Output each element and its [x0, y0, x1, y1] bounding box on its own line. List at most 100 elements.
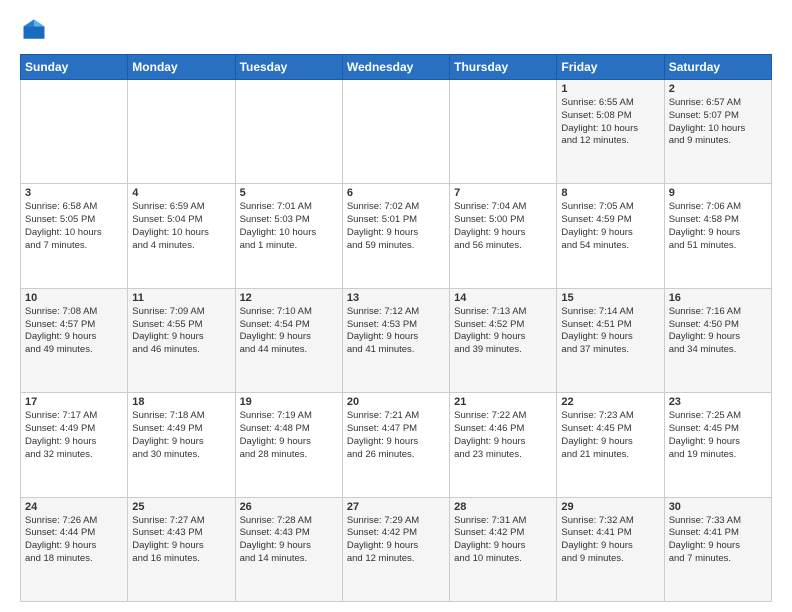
page-header [20, 16, 772, 44]
day-info: Sunrise: 7:12 AM Sunset: 4:53 PM Dayligh… [347, 306, 445, 357]
day-info: Sunrise: 7:04 AM Sunset: 5:00 PM Dayligh… [454, 201, 552, 252]
calendar-cell: 22 Sunrise: 7:23 AM Sunset: 4:45 PM Dayli… [557, 393, 664, 497]
day-number: 3 [25, 187, 123, 199]
calendar-week-row: 3 Sunrise: 6:58 AM Sunset: 5:05 PM Daylig… [21, 184, 772, 288]
day-info: Sunrise: 7:22 AM Sunset: 4:46 PM Dayligh… [454, 410, 552, 461]
calendar-cell: 2 Sunrise: 6:57 AM Sunset: 5:07 PM Daylig… [664, 80, 771, 184]
day-number: 30 [669, 501, 767, 513]
logo-icon [20, 16, 48, 44]
day-info: Sunrise: 7:31 AM Sunset: 4:42 PM Dayligh… [454, 515, 552, 566]
calendar-cell: 7 Sunrise: 7:04 AM Sunset: 5:00 PM Daylig… [450, 184, 557, 288]
calendar-cell: 23Sunrise: 7:25 AM Sunset: 4:45 PM Dayli… [664, 393, 771, 497]
calendar-day-header: Friday [557, 55, 664, 80]
day-number: 7 [454, 187, 552, 199]
calendar-cell [128, 80, 235, 184]
calendar-header-row: SundayMondayTuesdayWednesdayThursdayFrid… [21, 55, 772, 80]
day-number: 16 [669, 292, 767, 304]
day-number: 26 [240, 501, 338, 513]
day-info: Sunrise: 7:08 AM Sunset: 4:57 PM Dayligh… [25, 306, 123, 357]
calendar-cell: 19Sunrise: 7:19 AM Sunset: 4:48 PM Dayli… [235, 393, 342, 497]
calendar-cell [450, 80, 557, 184]
calendar-cell: 13 Sunrise: 7:12 AM Sunset: 4:53 PM Dayli… [342, 288, 449, 392]
day-info: Sunrise: 7:17 AM Sunset: 4:49 PM Dayligh… [25, 410, 123, 461]
day-number: 9 [669, 187, 767, 199]
day-number: 10 [25, 292, 123, 304]
calendar-day-header: Monday [128, 55, 235, 80]
calendar-week-row: 24 Sunrise: 7:26 AM Sunset: 4:44 PM Dayli… [21, 497, 772, 601]
calendar-cell: 29 Sunrise: 7:32 AM Sunset: 4:41 PM Dayli… [557, 497, 664, 601]
day-info: Sunrise: 7:29 AM Sunset: 4:42 PM Dayligh… [347, 515, 445, 566]
calendar-cell: 14 Sunrise: 7:13 AM Sunset: 4:52 PM Dayli… [450, 288, 557, 392]
calendar-week-row: 1 Sunrise: 6:55 AM Sunset: 5:08 PM Daylig… [21, 80, 772, 184]
day-info: Sunrise: 7:16 AM Sunset: 4:50 PM Dayligh… [669, 306, 767, 357]
day-number: 28 [454, 501, 552, 513]
calendar-cell [342, 80, 449, 184]
day-number: 1 [561, 83, 659, 95]
calendar-day-header: Tuesday [235, 55, 342, 80]
day-number: 25 [132, 501, 230, 513]
calendar-cell: 10 Sunrise: 7:08 AM Sunset: 4:57 PM Dayli… [21, 288, 128, 392]
day-number: 8 [561, 187, 659, 199]
calendar-day-header: Sunday [21, 55, 128, 80]
calendar-day-header: Saturday [664, 55, 771, 80]
day-info: Sunrise: 7:25 AM Sunset: 4:45 PM Dayligh… [669, 410, 767, 461]
calendar-day-header: Wednesday [342, 55, 449, 80]
calendar-cell: 1 Sunrise: 6:55 AM Sunset: 5:08 PM Daylig… [557, 80, 664, 184]
logo [20, 16, 52, 44]
calendar-cell: 6 Sunrise: 7:02 AM Sunset: 5:01 PM Daylig… [342, 184, 449, 288]
day-number: 5 [240, 187, 338, 199]
calendar-day-header: Thursday [450, 55, 557, 80]
day-number: 14 [454, 292, 552, 304]
day-info: Sunrise: 7:26 AM Sunset: 4:44 PM Dayligh… [25, 515, 123, 566]
day-number: 27 [347, 501, 445, 513]
day-info: Sunrise: 7:10 AM Sunset: 4:54 PM Dayligh… [240, 306, 338, 357]
day-number: 2 [669, 83, 767, 95]
day-info: Sunrise: 7:32 AM Sunset: 4:41 PM Dayligh… [561, 515, 659, 566]
day-info: Sunrise: 7:28 AM Sunset: 4:43 PM Dayligh… [240, 515, 338, 566]
calendar-cell: 24 Sunrise: 7:26 AM Sunset: 4:44 PM Dayli… [21, 497, 128, 601]
day-info: Sunrise: 7:14 AM Sunset: 4:51 PM Dayligh… [561, 306, 659, 357]
day-number: 15 [561, 292, 659, 304]
calendar-cell: 15 Sunrise: 7:14 AM Sunset: 4:51 PM Dayli… [557, 288, 664, 392]
calendar-cell [21, 80, 128, 184]
calendar-cell [235, 80, 342, 184]
calendar-cell: 4Sunrise: 6:59 AM Sunset: 5:04 PM Daylig… [128, 184, 235, 288]
calendar-cell: 17 Sunrise: 7:17 AM Sunset: 4:49 PM Dayli… [21, 393, 128, 497]
day-info: Sunrise: 7:09 AM Sunset: 4:55 PM Dayligh… [132, 306, 230, 357]
day-info: Sunrise: 7:01 AM Sunset: 5:03 PM Dayligh… [240, 201, 338, 252]
day-info: Sunrise: 7:06 AM Sunset: 4:58 PM Dayligh… [669, 201, 767, 252]
day-number: 13 [347, 292, 445, 304]
day-number: 24 [25, 501, 123, 513]
calendar-cell: 25 Sunrise: 7:27 AM Sunset: 4:43 PM Dayli… [128, 497, 235, 601]
calendar-cell: 30Sunrise: 7:33 AM Sunset: 4:41 PM Dayli… [664, 497, 771, 601]
day-number: 29 [561, 501, 659, 513]
calendar-cell: 28 Sunrise: 7:31 AM Sunset: 4:42 PM Dayli… [450, 497, 557, 601]
calendar-cell: 9 Sunrise: 7:06 AM Sunset: 4:58 PM Daylig… [664, 184, 771, 288]
day-number: 18 [132, 396, 230, 408]
day-number: 21 [454, 396, 552, 408]
calendar-cell: 5 Sunrise: 7:01 AM Sunset: 5:03 PM Daylig… [235, 184, 342, 288]
day-info: Sunrise: 7:02 AM Sunset: 5:01 PM Dayligh… [347, 201, 445, 252]
day-info: Sunrise: 7:23 AM Sunset: 4:45 PM Dayligh… [561, 410, 659, 461]
calendar-week-row: 10 Sunrise: 7:08 AM Sunset: 4:57 PM Dayli… [21, 288, 772, 392]
day-info: Sunrise: 7:19 AM Sunset: 4:48 PM Dayligh… [240, 410, 338, 461]
day-number: 17 [25, 396, 123, 408]
calendar-cell: 26 Sunrise: 7:28 AM Sunset: 4:43 PM Dayli… [235, 497, 342, 601]
day-info: Sunrise: 7:27 AM Sunset: 4:43 PM Dayligh… [132, 515, 230, 566]
page: SundayMondayTuesdayWednesdayThursdayFrid… [0, 0, 792, 612]
day-info: Sunrise: 7:13 AM Sunset: 4:52 PM Dayligh… [454, 306, 552, 357]
calendar-table: SundayMondayTuesdayWednesdayThursdayFrid… [20, 54, 772, 602]
day-number: 6 [347, 187, 445, 199]
day-info: Sunrise: 6:55 AM Sunset: 5:08 PM Dayligh… [561, 97, 659, 148]
calendar-cell: 8Sunrise: 7:05 AM Sunset: 4:59 PM Daylig… [557, 184, 664, 288]
calendar-week-row: 17 Sunrise: 7:17 AM Sunset: 4:49 PM Dayli… [21, 393, 772, 497]
calendar-cell: 11Sunrise: 7:09 AM Sunset: 4:55 PM Dayli… [128, 288, 235, 392]
day-number: 22 [561, 396, 659, 408]
day-info: Sunrise: 7:21 AM Sunset: 4:47 PM Dayligh… [347, 410, 445, 461]
day-info: Sunrise: 6:57 AM Sunset: 5:07 PM Dayligh… [669, 97, 767, 148]
day-number: 4 [132, 187, 230, 199]
calendar-cell: 3 Sunrise: 6:58 AM Sunset: 5:05 PM Daylig… [21, 184, 128, 288]
day-info: Sunrise: 6:58 AM Sunset: 5:05 PM Dayligh… [25, 201, 123, 252]
calendar-cell: 27 Sunrise: 7:29 AM Sunset: 4:42 PM Dayli… [342, 497, 449, 601]
calendar-cell: 18Sunrise: 7:18 AM Sunset: 4:49 PM Dayli… [128, 393, 235, 497]
